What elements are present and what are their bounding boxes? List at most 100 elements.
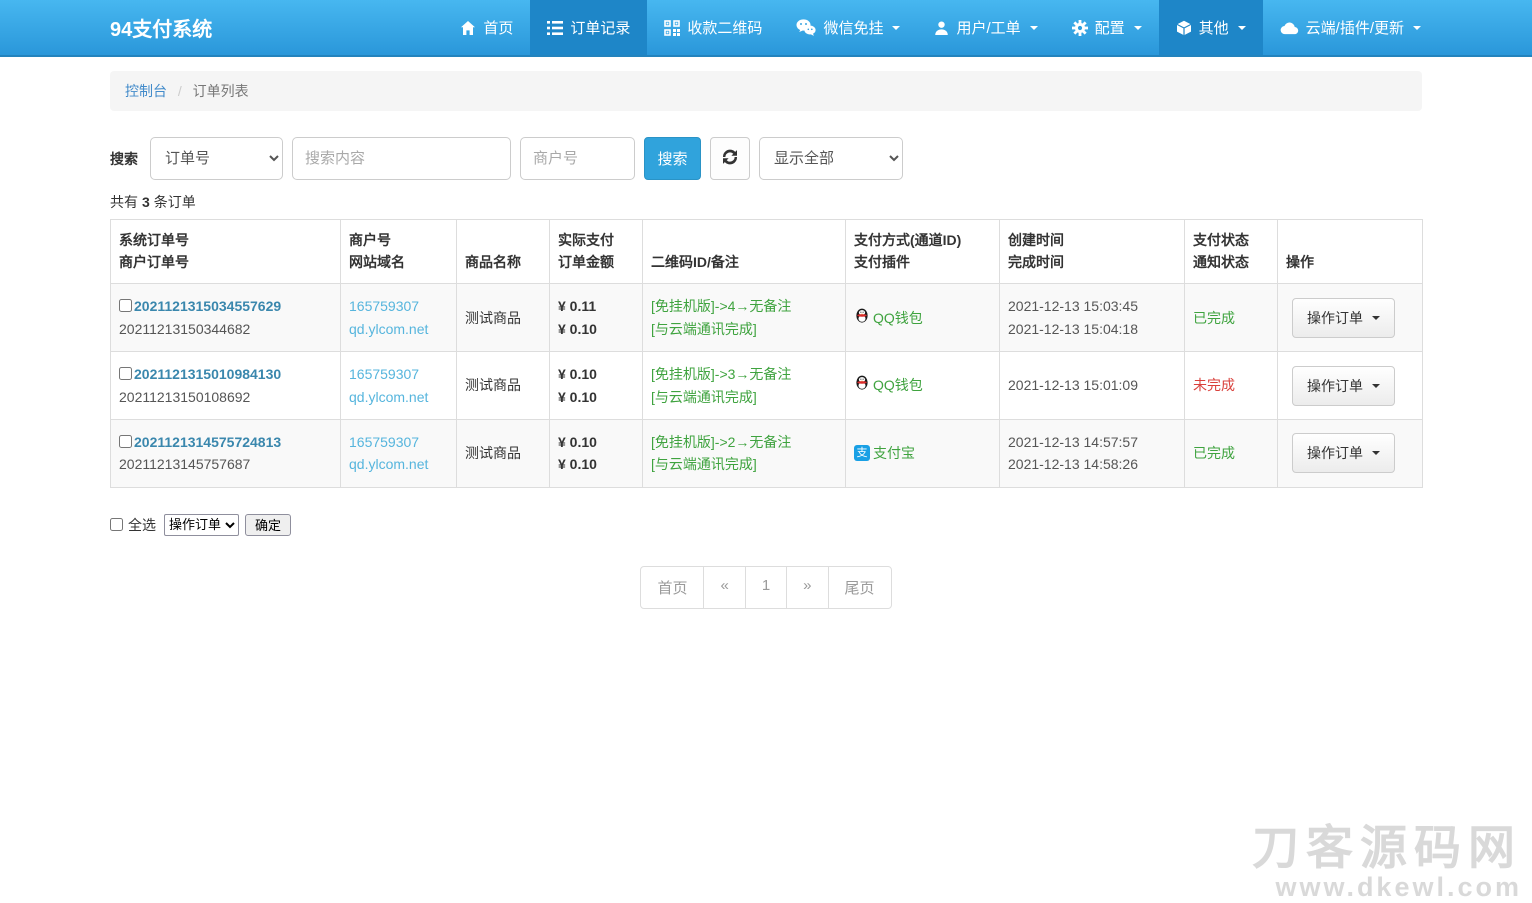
order-amount: ¥ 0.10 [558, 386, 634, 408]
nav-item-other[interactable]: 其他 [1159, 0, 1263, 55]
sys-order-link[interactable]: 2021121315034557629 [134, 298, 281, 314]
row-checkbox[interactable] [119, 367, 132, 380]
select-all-label: 全选 [128, 515, 156, 535]
pay-method-label: QQ钱包 [873, 374, 923, 396]
table-row: 2021121315034557629 20211213150344682 165… [111, 284, 1423, 352]
breadcrumb: 控制台 / 订单列表 [110, 71, 1422, 111]
orders-table: 系统订单号商户订单号 商户号网站域名 商品名称 实际支付订单金额 二维码ID/备… [110, 219, 1423, 488]
nav-item-orders[interactable]: 订单记录 [530, 0, 647, 55]
merchant-id-link[interactable]: 165759307 [349, 431, 419, 453]
site-domain-link[interactable]: qd.ylcom.net [349, 386, 428, 408]
order-count: 3 [142, 194, 150, 210]
pagination-page-1[interactable]: 1 [745, 566, 787, 609]
breadcrumb-home-link[interactable]: 控制台 [125, 83, 167, 99]
pay-method-label: QQ钱包 [873, 307, 923, 329]
site-domain-link[interactable]: qd.ylcom.net [349, 318, 428, 340]
merchant-order-no: 20211213145757687 [119, 453, 332, 475]
site-domain-link[interactable]: qd.ylcom.net [349, 453, 428, 475]
bulk-actions: 全选 操作订单 确定 [110, 514, 1422, 536]
refresh-button[interactable] [710, 137, 750, 180]
table-header-row: 系统订单号商户订单号 商户号网站域名 商品名称 实际支付订单金额 二维码ID/备… [111, 220, 1423, 284]
nav-item-wechat[interactable]: 微信免挂 [779, 0, 917, 55]
search-button[interactable]: 搜索 [644, 137, 701, 180]
qr-note: [免挂机版]->4→无备注 [651, 295, 837, 317]
nav-item-home[interactable]: 首页 [443, 0, 530, 55]
product-name: 测试商品 [457, 284, 550, 352]
created-time: 2021-12-13 15:03:45 [1008, 295, 1176, 317]
caret-down-icon [1372, 384, 1380, 388]
col-pay-method: 支付方式(通道ID)支付插件 [846, 220, 1000, 284]
home-icon [460, 20, 476, 36]
order-amount: ¥ 0.10 [558, 318, 634, 340]
watermark-url: www.dkewl.com [1252, 874, 1522, 901]
sys-order-link[interactable]: 2021121315010984130 [134, 366, 281, 382]
order-action-button[interactable]: 操作订单 [1292, 366, 1395, 406]
refresh-icon [722, 149, 738, 168]
app-brand: 94支付系统 [0, 0, 212, 55]
gear-icon [1072, 20, 1088, 36]
nav-item-cloud[interactable]: 云端/插件/更新 [1263, 0, 1438, 55]
sys-order-link[interactable]: 2021121314575724813 [134, 434, 281, 450]
row-checkbox[interactable] [119, 299, 132, 312]
created-time: 2021-12-13 15:01:09 [1008, 374, 1176, 396]
pagination-first[interactable]: 首页 [640, 566, 704, 609]
pagination-prev[interactable]: « [703, 566, 745, 609]
top-navbar: 94支付系统 首页 订单记录 收款二维码 微信免挂 用户/工单 配置 [0, 0, 1532, 57]
created-time: 2021-12-13 14:57:57 [1008, 431, 1176, 453]
breadcrumb-current: 订单列表 [193, 83, 249, 99]
col-actions: 操作 [1278, 220, 1423, 284]
qq-wallet-icon [854, 307, 870, 329]
pagination: 首页 « 1 » 尾页 [640, 566, 891, 609]
order-action-button[interactable]: 操作订单 [1292, 433, 1395, 473]
search-input[interactable] [292, 137, 511, 180]
paid-amount: ¥ 0.10 [558, 431, 634, 453]
status-badge: 已完成 [1193, 445, 1235, 461]
col-merchant: 商户号网站域名 [341, 220, 457, 284]
cube-icon [1176, 20, 1192, 36]
select-all-checkbox[interactable] [110, 518, 123, 531]
search-bar: 搜索 订单号 搜索 显示全部 [110, 137, 1422, 180]
product-name: 测试商品 [457, 352, 550, 420]
qq-wallet-icon [854, 374, 870, 396]
user-icon [934, 20, 949, 36]
search-type-select[interactable]: 订单号 [150, 137, 283, 180]
completed-time: 2021-12-13 14:58:26 [1008, 453, 1176, 475]
merchant-id-link[interactable]: 165759307 [349, 295, 419, 317]
status-filter-select[interactable]: 显示全部 [759, 137, 903, 180]
breadcrumb-separator: / [178, 83, 182, 99]
list-icon [547, 21, 563, 35]
merchant-id-link[interactable]: 165759307 [349, 363, 419, 385]
merchant-order-no: 20211213150344682 [119, 318, 332, 340]
merchant-order-no: 20211213150108692 [119, 386, 332, 408]
bulk-confirm-button[interactable]: 确定 [245, 514, 291, 536]
col-times: 创建时间完成时间 [1000, 220, 1185, 284]
pagination-last[interactable]: 尾页 [828, 566, 892, 609]
col-amount: 实际支付订单金额 [550, 220, 643, 284]
row-checkbox[interactable] [119, 435, 132, 448]
paid-amount: ¥ 0.11 [558, 295, 634, 317]
caret-down-icon [892, 26, 900, 30]
status-badge: 已完成 [1193, 310, 1235, 326]
qr-note: [免挂机版]->2→无备注 [651, 431, 837, 453]
search-label: 搜索 [110, 149, 138, 169]
bulk-action-select[interactable]: 操作订单 [164, 514, 239, 536]
order-action-button[interactable]: 操作订单 [1292, 298, 1395, 338]
caret-down-icon [1372, 451, 1380, 455]
nav-item-qrcode[interactable]: 收款二维码 [647, 0, 779, 55]
col-status: 支付状态通知状态 [1185, 220, 1278, 284]
qr-note: [免挂机版]->3→无备注 [651, 363, 837, 385]
table-row: 2021121315010984130 20211213150108692 165… [111, 352, 1423, 420]
table-row: 2021121314575724813 20211213145757687 165… [111, 419, 1423, 487]
alipay-icon: 支 [854, 445, 870, 461]
product-name: 测试商品 [457, 419, 550, 487]
cloud-icon [1280, 21, 1299, 35]
col-order-numbers: 系统订单号商户订单号 [111, 220, 341, 284]
caret-down-icon [1030, 26, 1038, 30]
order-count-summary: 共有3条订单 [110, 192, 1422, 212]
watermark-title: 刀客源码网 [1252, 822, 1522, 874]
nav-item-config[interactable]: 配置 [1055, 0, 1159, 55]
pagination-next[interactable]: » [786, 566, 828, 609]
merchant-id-input[interactable] [520, 137, 635, 180]
nav-item-users[interactable]: 用户/工单 [917, 0, 1054, 55]
wechat-icon [796, 19, 816, 36]
